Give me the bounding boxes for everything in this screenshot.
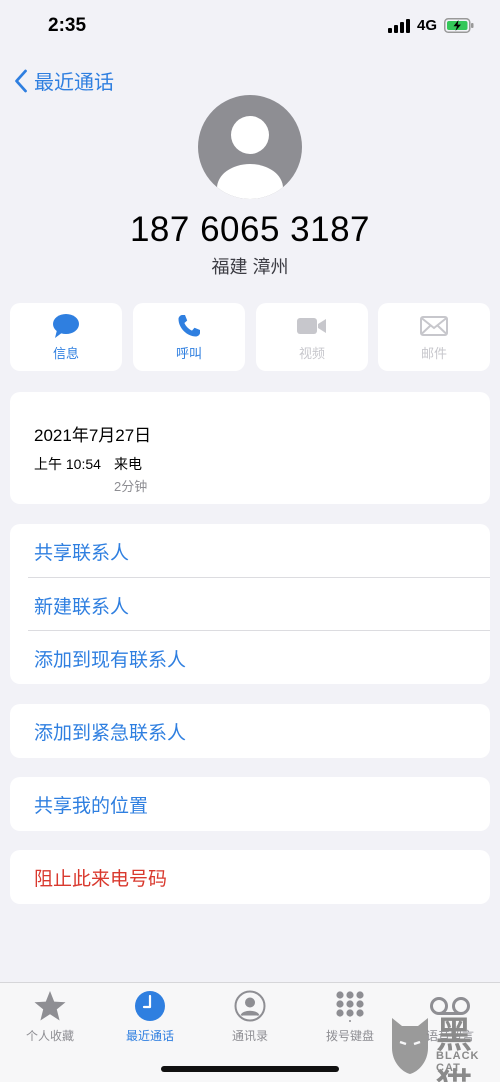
- clock-icon: [135, 991, 165, 1021]
- battery-charging-icon: [444, 18, 474, 33]
- share-location-card: 共享我的位置: [10, 777, 490, 831]
- add-to-existing-contact-button[interactable]: 添加到现有联系人: [10, 631, 490, 685]
- message-button-label: 信息: [52, 345, 79, 361]
- call-history-card: 2021年7月27日 上午 10:54 来电 2分钟: [10, 392, 490, 504]
- caller-location: 福建 漳州: [211, 257, 289, 277]
- person-icon: [217, 116, 283, 199]
- block-caller-button[interactable]: 阻止此来电号码: [10, 850, 490, 904]
- avatar: [198, 95, 302, 199]
- status-indicators: 4G: [387, 17, 474, 34]
- share-location-button[interactable]: 共享我的位置: [10, 777, 490, 831]
- call-button[interactable]: 呼叫: [133, 303, 245, 371]
- cat-logo-icon: [392, 1018, 428, 1074]
- add-emergency-contact-button[interactable]: 添加到紧急联系人: [10, 704, 490, 758]
- tab-recents[interactable]: 最近通话: [100, 983, 200, 1053]
- call-time: 上午 10:54: [34, 456, 101, 472]
- call-type: 来电: [114, 456, 142, 472]
- back-button[interactable]: 最近通话: [14, 66, 114, 95]
- star-icon: [34, 991, 66, 1021]
- tab-favorites[interactable]: 个人收藏: [0, 983, 100, 1053]
- mail-icon: [420, 315, 448, 336]
- message-button[interactable]: 信息: [10, 303, 122, 371]
- signal-icon: [387, 18, 410, 33]
- status-bar: 2:35 4G: [0, 0, 500, 56]
- message-icon: [53, 313, 79, 338]
- contact-options-card: 共享联系人 新建联系人 添加到现有联系人: [10, 524, 490, 684]
- home-indicator[interactable]: [161, 1066, 339, 1072]
- phone-number: 187 6065 3187: [129, 210, 371, 249]
- emergency-contact-card: 添加到紧急联系人: [10, 704, 490, 758]
- call-duration: 2分钟: [114, 479, 148, 494]
- contacts-icon: [234, 990, 266, 1022]
- tab-recents-label: 最近通话: [125, 1029, 174, 1043]
- tab-favorites-label: 个人收藏: [25, 1029, 74, 1043]
- video-button[interactable]: 视频: [256, 303, 368, 371]
- video-icon: [297, 317, 326, 334]
- call-button-label: 呼叫: [175, 345, 202, 361]
- block-caller-card: 阻止此来电号码: [10, 850, 490, 904]
- keypad-icon: [336, 991, 364, 1022]
- tab-contacts-label: 通讯录: [231, 1029, 268, 1043]
- tab-contacts[interactable]: 通讯录: [200, 983, 300, 1053]
- call-date: 2021年7月27日: [34, 426, 152, 445]
- new-contact-button[interactable]: 新建联系人: [10, 578, 490, 632]
- mail-button[interactable]: 邮件: [378, 303, 490, 371]
- video-button-label: 视频: [298, 345, 325, 361]
- tab-keypad-label: 拨号键盘: [325, 1029, 374, 1043]
- mail-button-label: 邮件: [420, 345, 447, 361]
- blackcat-watermark: 黑猫 BLACK CAT: [388, 1004, 500, 1082]
- share-contact-button[interactable]: 共享联系人: [10, 524, 490, 578]
- network-type: 4G: [416, 17, 437, 34]
- tab-keypad[interactable]: 拨号键盘: [300, 983, 400, 1053]
- chevron-left-icon: [15, 69, 27, 92]
- status-time: 2:35: [48, 15, 87, 36]
- watermark-subtext: BLACK CAT: [436, 1050, 480, 1074]
- back-label: 最近通话: [34, 72, 114, 94]
- phone-icon: [178, 314, 200, 336]
